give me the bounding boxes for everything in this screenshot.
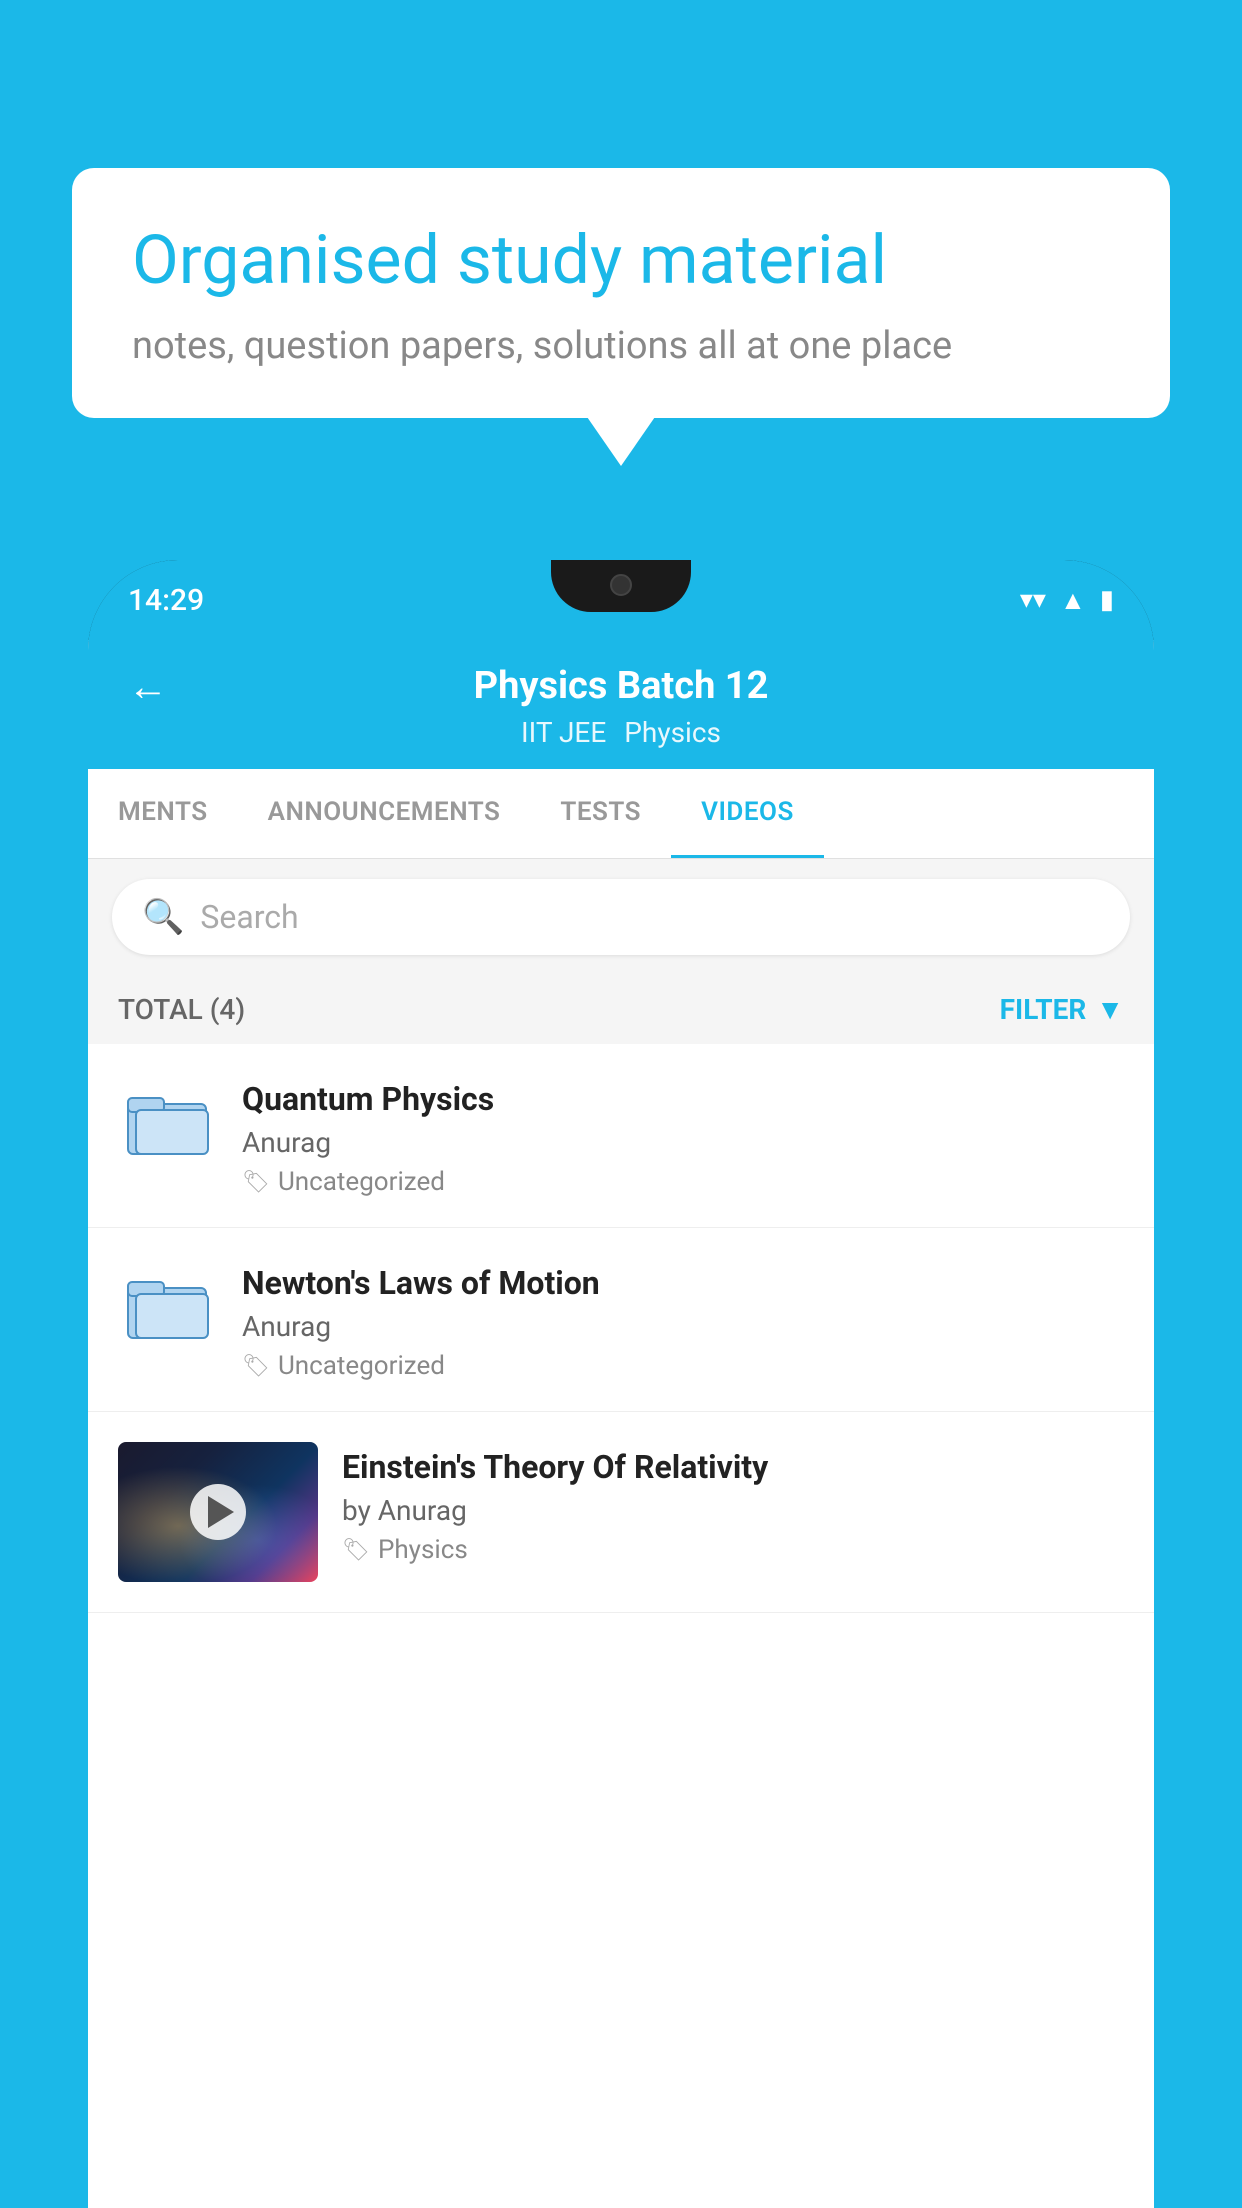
video-tag: 🏷 Uncategorized [242, 1351, 1124, 1381]
search-icon: 🔍 [142, 897, 184, 937]
tag-label: Uncategorized [278, 1167, 445, 1197]
video-thumb-2 [118, 1258, 218, 1348]
back-button[interactable]: ← [128, 663, 168, 710]
tabs-bar: MENTS ANNOUNCEMENTS TESTS VIDEOS [88, 769, 1154, 859]
video-title: Einstein's Theory Of Relativity [342, 1448, 1124, 1486]
signal-icon: ▲ [1060, 585, 1086, 616]
video-thumbnail-3 [118, 1442, 318, 1582]
search-bar[interactable]: 🔍 Search [112, 879, 1130, 955]
search-container: 🔍 Search [88, 859, 1154, 975]
speech-bubble-card: Organised study material notes, question… [72, 168, 1170, 418]
tag-icon: 🏷 [342, 1538, 370, 1563]
video-author: Anurag [242, 1310, 1124, 1343]
list-item[interactable]: Newton's Laws of Motion Anurag 🏷 Uncateg… [88, 1228, 1154, 1412]
folder-icon [126, 1266, 211, 1341]
tag-icon: 🏷 [242, 1354, 270, 1379]
app-header: ← Physics Batch 12 IIT JEE Physics [88, 640, 1154, 769]
video-tag: 🏷 Physics [342, 1535, 1124, 1565]
video-info-1: Quantum Physics Anurag 🏷 Uncategorized [242, 1074, 1124, 1197]
video-info-3: Einstein's Theory Of Relativity by Anura… [342, 1442, 1124, 1565]
video-author: Anurag [242, 1126, 1124, 1159]
phone-camera [610, 574, 632, 596]
status-time: 14:29 [128, 583, 204, 618]
status-bar: 14:29 ▾▾ ▲ ▮ [88, 560, 1154, 640]
video-title: Quantum Physics [242, 1080, 1124, 1118]
folder-icon [126, 1082, 211, 1157]
tab-tests[interactable]: TESTS [530, 769, 671, 858]
play-icon [208, 1496, 234, 1528]
video-title: Newton's Laws of Motion [242, 1264, 1124, 1302]
battery-icon: ▮ [1100, 585, 1114, 615]
video-info-2: Newton's Laws of Motion Anurag 🏷 Uncateg… [242, 1258, 1124, 1381]
tag-label: Physics [378, 1535, 468, 1565]
video-tag: 🏷 Uncategorized [242, 1167, 1124, 1197]
filter-button[interactable]: FILTER ▼ [1000, 993, 1124, 1026]
play-button[interactable] [190, 1484, 246, 1540]
search-placeholder: Search [200, 898, 298, 936]
wifi-icon: ▾▾ [1020, 585, 1046, 615]
video-author: by Anurag [342, 1494, 1124, 1527]
app-subtitle: IIT JEE Physics [521, 716, 721, 749]
phone-notch [551, 560, 691, 612]
video-thumb-1 [118, 1074, 218, 1164]
app-title: Physics Batch 12 [474, 664, 769, 708]
subtitle-physics: Physics [624, 716, 721, 749]
phone-frame: 14:29 ▾▾ ▲ ▮ ← Physics Batch 12 IIT JEE … [88, 560, 1154, 2208]
speech-bubble-title: Organised study material [132, 220, 1110, 302]
tab-videos[interactable]: VIDEOS [671, 769, 824, 858]
tag-label: Uncategorized [278, 1351, 445, 1381]
speech-bubble-subtitle: notes, question papers, solutions all at… [132, 324, 1110, 368]
video-list: Quantum Physics Anurag 🏷 Uncategorized [88, 1044, 1154, 1613]
phone-screen: ← Physics Batch 12 IIT JEE Physics MENTS… [88, 640, 1154, 2208]
tag-icon: 🏷 [242, 1170, 270, 1195]
filter-bar: TOTAL (4) FILTER ▼ [88, 975, 1154, 1044]
filter-icon: ▼ [1096, 993, 1124, 1026]
list-item[interactable]: Quantum Physics Anurag 🏷 Uncategorized [88, 1044, 1154, 1228]
list-item[interactable]: Einstein's Theory Of Relativity by Anura… [88, 1412, 1154, 1613]
total-count: TOTAL (4) [118, 993, 245, 1026]
subtitle-iit: IIT JEE [521, 716, 606, 749]
tab-announcements[interactable]: ANNOUNCEMENTS [238, 769, 531, 858]
status-icons: ▾▾ ▲ ▮ [1020, 585, 1114, 616]
filter-label: FILTER [1000, 993, 1087, 1026]
app-header-top: ← Physics Batch 12 [128, 664, 1114, 708]
tab-ments[interactable]: MENTS [88, 769, 238, 858]
